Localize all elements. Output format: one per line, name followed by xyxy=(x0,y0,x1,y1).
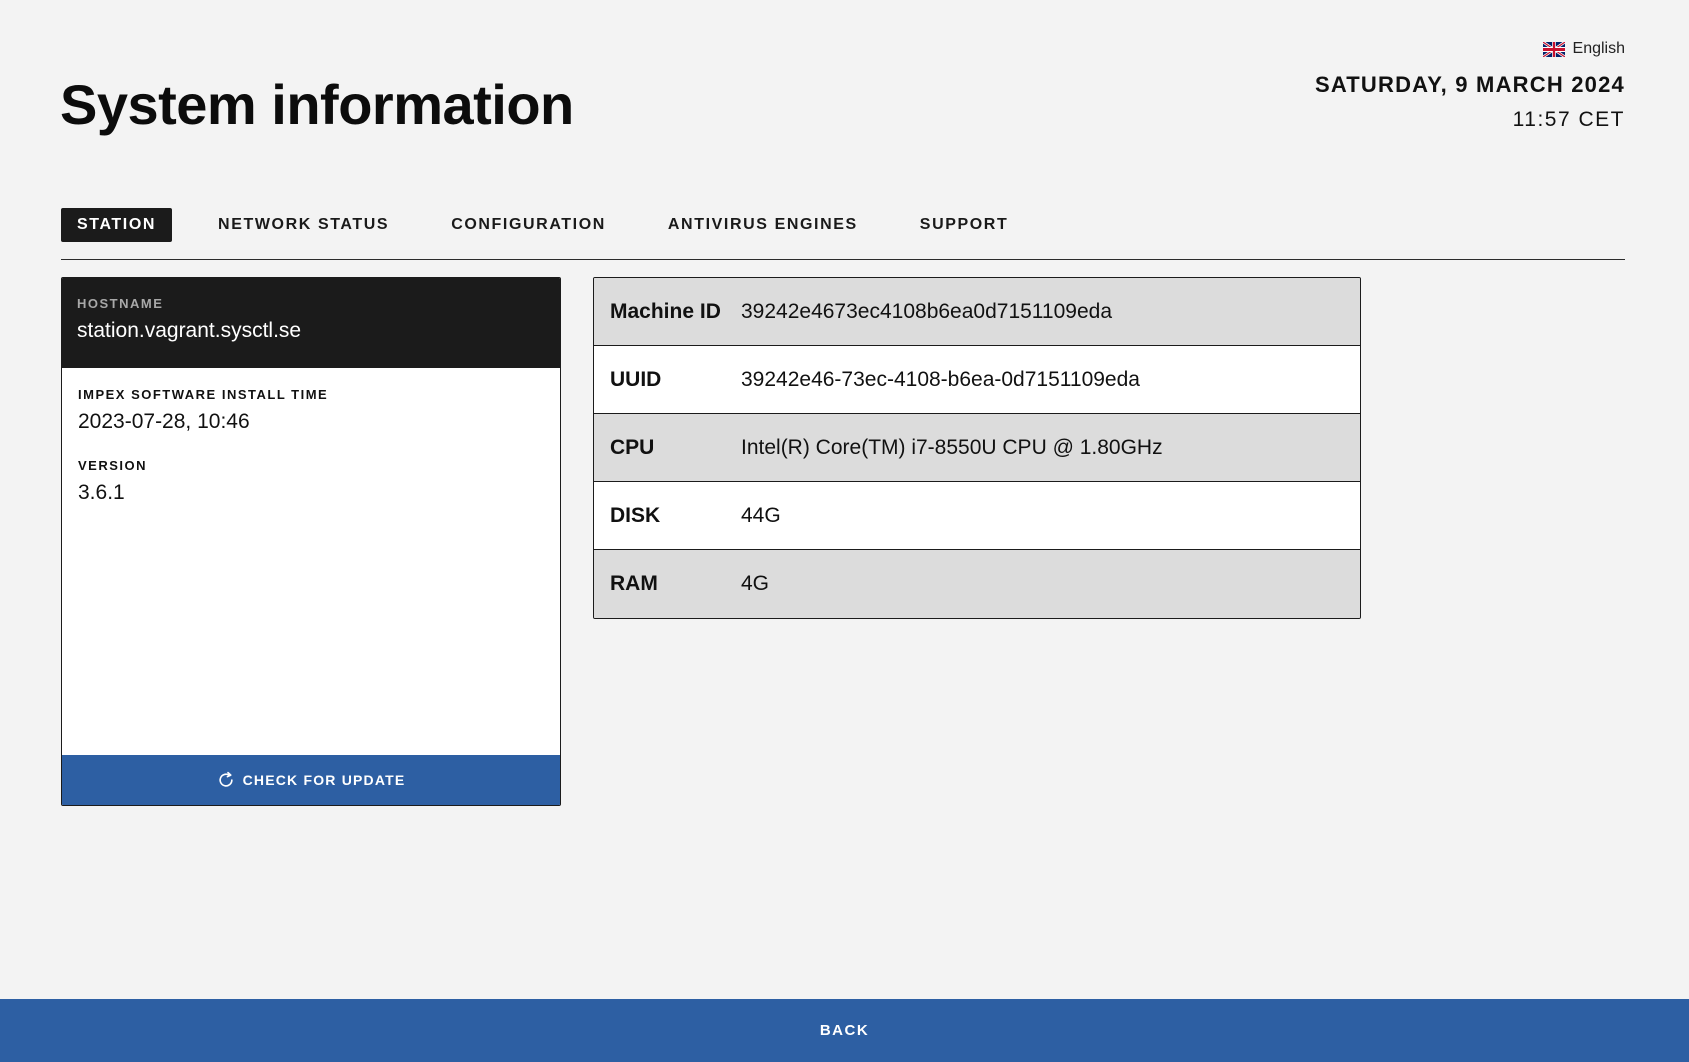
refresh-icon xyxy=(218,771,233,787)
info-key: UUID xyxy=(610,367,662,391)
tabs-divider xyxy=(61,259,1625,260)
version-label: VERSION xyxy=(78,458,148,473)
info-key: CPU xyxy=(610,435,655,459)
system-information-page: System information English SATURDAY, 9 M… xyxy=(0,0,1689,1062)
version-value: 3.6.1 xyxy=(78,481,125,504)
table-row: Machine ID 39242e4673ec4108b6ea0d7151109… xyxy=(594,278,1360,346)
uk-flag-icon xyxy=(1542,41,1565,57)
tab-antivirus-engines[interactable]: ANTIVIRUS ENGINES xyxy=(652,208,874,242)
hostname-value: station.vagrant.sysctl.se xyxy=(77,319,302,342)
station-card: HOSTNAME station.vagrant.sysctl.se IMPEX… xyxy=(61,277,561,806)
table-row: DISK 44G xyxy=(594,482,1360,550)
tab-configuration[interactable]: CONFIGURATION xyxy=(435,208,622,242)
page-title: System information xyxy=(60,73,574,136)
check-for-update-label: CHECK FOR UPDATE xyxy=(242,772,406,788)
back-label: BACK xyxy=(819,1022,870,1039)
language-selector[interactable]: English xyxy=(1542,40,1625,58)
current-time: 11:57 CET xyxy=(1512,108,1625,131)
tab-bar: STATION NETWORK STATUS CONFIGURATION ANT… xyxy=(61,208,1054,242)
table-row: CPU Intel(R) Core(TM) i7-8550U CPU @ 1.8… xyxy=(594,414,1360,482)
info-key: RAM xyxy=(610,572,658,595)
tab-support[interactable]: SUPPORT xyxy=(904,208,1025,242)
current-date: SATURDAY, 9 MARCH 2024 xyxy=(1314,72,1625,97)
info-value: 4G xyxy=(741,572,770,595)
info-value: 39242e46-73ec-4108-b6ea-0d7151109eda xyxy=(741,367,1140,391)
info-key: DISK xyxy=(610,503,661,527)
install-time-label: IMPEX SOFTWARE INSTALL TIME xyxy=(78,387,329,402)
info-value: 39242e4673ec4108b6ea0d7151109eda xyxy=(741,299,1112,323)
language-label: English xyxy=(1572,40,1625,57)
table-row: RAM 4G xyxy=(594,550,1360,618)
info-value: Intel(R) Core(TM) i7-8550U CPU @ 1.80GHz xyxy=(741,435,1163,459)
install-time-value: 2023-07-28, 10:46 xyxy=(78,410,250,433)
hostname-label: HOSTNAME xyxy=(77,296,164,311)
table-row: UUID 39242e46-73ec-4108-b6ea-0d7151109ed… xyxy=(594,346,1360,414)
tab-station[interactable]: STATION xyxy=(61,208,173,242)
hostname-panel: HOSTNAME station.vagrant.sysctl.se xyxy=(62,278,560,368)
info-key: Machine ID xyxy=(610,299,721,323)
info-value: 44G xyxy=(741,503,781,527)
station-details: IMPEX SOFTWARE INSTALL TIME 2023-07-28, … xyxy=(62,368,560,548)
tab-network-status[interactable]: NETWORK STATUS xyxy=(202,208,405,242)
system-info-table: Machine ID 39242e4673ec4108b6ea0d7151109… xyxy=(593,277,1361,619)
check-for-update-button[interactable]: CHECK FOR UPDATE xyxy=(62,755,560,805)
back-button[interactable]: BACK xyxy=(0,999,1689,1062)
